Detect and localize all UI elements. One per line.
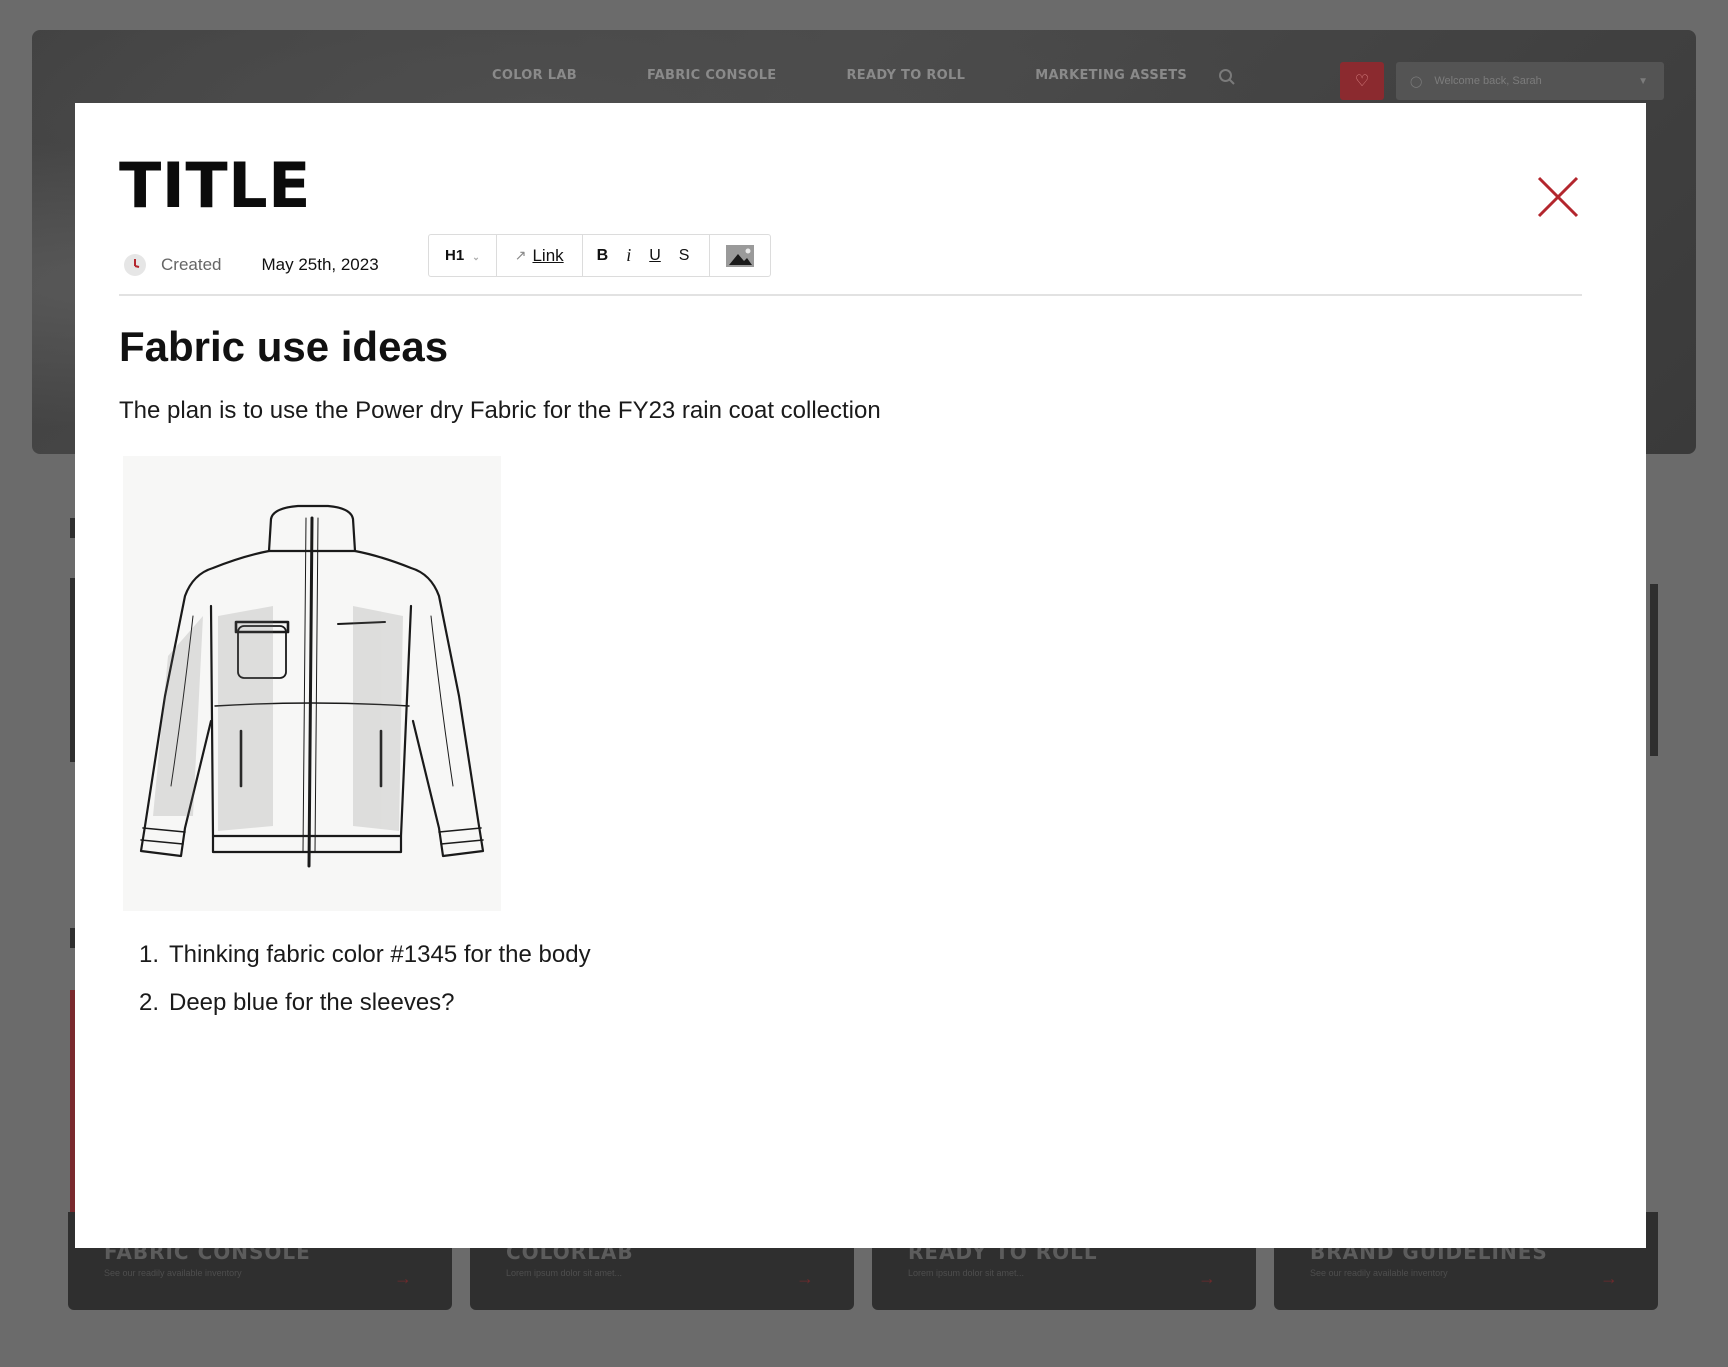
- arrow-up-right-icon: ↗: [514, 247, 527, 263]
- created-date: May 25th, 2023: [261, 255, 379, 274]
- content-heading[interactable]: Fabric use ideas: [119, 323, 448, 371]
- jacket-sketch-image: [123, 456, 501, 911]
- favorites-button[interactable]: ♡: [1340, 62, 1384, 100]
- search-icon[interactable]: [1218, 68, 1236, 86]
- link-button[interactable]: ↗ Link: [497, 235, 583, 276]
- list-item[interactable]: 2. Deep blue for the sleeves?: [119, 989, 591, 1037]
- arrow-right-icon: →: [1600, 1268, 1618, 1288]
- nav-item-ready-to-roll[interactable]: READY TO ROLL: [846, 68, 965, 83]
- created-meta: Created May 25th, 2023: [123, 245, 379, 285]
- image-icon: [726, 244, 755, 267]
- content-paragraph[interactable]: The plan is to use the Power dry Fabric …: [119, 397, 881, 425]
- arrow-right-icon: →: [796, 1268, 814, 1288]
- heart-icon: ♡: [1354, 73, 1370, 90]
- bold-button[interactable]: B: [597, 247, 609, 265]
- note-editor-modal: TITLE Created May 25th, 2023 H1 ⌄ ↗ Link…: [75, 103, 1646, 1248]
- user-icon: ◯: [1410, 75, 1423, 88]
- nav-item-marketing-assets[interactable]: MARKETING ASSETS: [1035, 68, 1187, 83]
- close-icon[interactable]: [1536, 175, 1580, 219]
- nav-item-color-lab[interactable]: COLOR LAB: [492, 68, 577, 83]
- insert-image-button[interactable]: [710, 235, 770, 276]
- created-label: Created: [161, 255, 222, 274]
- chevron-down-icon: ▼: [1638, 75, 1648, 87]
- text-style-group: B i U S: [583, 235, 711, 276]
- modal-title[interactable]: TITLE: [119, 149, 311, 222]
- formatting-toolbar: H1 ⌄ ↗ Link B i U S: [428, 234, 772, 277]
- strikethrough-button[interactable]: S: [679, 247, 690, 265]
- arrow-right-icon: →: [1198, 1268, 1216, 1288]
- arrow-right-icon: →: [394, 1268, 412, 1288]
- main-nav: COLOR LAB FABRIC CONSOLE READY TO ROLL M…: [492, 68, 1187, 83]
- heading-select[interactable]: H1 ⌄: [429, 235, 497, 276]
- underline-button[interactable]: U: [649, 247, 661, 265]
- content-list: 1. Thinking fabric color #1345 for the b…: [119, 941, 591, 1037]
- divider: [119, 294, 1582, 296]
- link-label: Link: [532, 245, 564, 265]
- clock-icon: [124, 254, 146, 276]
- heading-select-value: H1: [445, 247, 465, 264]
- italic-button[interactable]: i: [626, 245, 631, 266]
- nav-item-fabric-console[interactable]: FABRIC CONSOLE: [647, 68, 777, 83]
- chevron-down-icon: ⌄: [472, 252, 480, 262]
- card-edge: [1650, 584, 1658, 756]
- user-menu[interactable]: ◯ Welcome back, Sarah ▼: [1396, 62, 1664, 100]
- list-item[interactable]: 1. Thinking fabric color #1345 for the b…: [119, 941, 591, 989]
- user-greeting: Welcome back, Sarah: [1434, 75, 1542, 87]
